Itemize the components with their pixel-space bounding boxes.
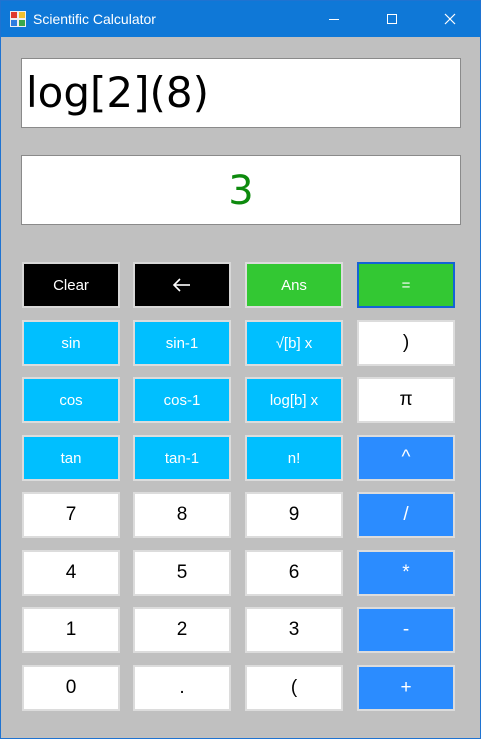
ans-button[interactable]: Ans xyxy=(245,262,343,308)
cos-inverse-button[interactable]: cos-1 xyxy=(133,377,231,423)
decimal-button[interactable]: . xyxy=(133,665,231,711)
factorial-button[interactable]: n! xyxy=(245,435,343,481)
minimize-icon xyxy=(329,19,339,20)
log-button[interactable]: log[b] x xyxy=(245,377,343,423)
tan-button[interactable]: tan xyxy=(22,435,120,481)
expression-display[interactable]: log[2](8) xyxy=(21,58,461,128)
clear-button[interactable]: Clear xyxy=(22,262,120,308)
digit-5-button[interactable]: 5 xyxy=(133,550,231,596)
window-title: Scientific Calculator xyxy=(33,11,156,27)
divide-button[interactable]: / xyxy=(357,492,455,538)
cos-button[interactable]: cos xyxy=(22,377,120,423)
calculator-window: Scientific Calculator log[2](8) 3 Clear xyxy=(0,0,481,739)
maximize-button[interactable] xyxy=(369,1,415,37)
result-text: 3 xyxy=(228,168,254,214)
backspace-arrow-icon xyxy=(172,278,190,292)
sin-button[interactable]: sin xyxy=(22,320,120,366)
calculator-app-icon xyxy=(10,11,26,27)
minus-button[interactable]: - xyxy=(357,607,455,653)
digit-8-button[interactable]: 8 xyxy=(133,492,231,538)
close-button[interactable] xyxy=(427,1,473,37)
close-icon xyxy=(444,13,456,25)
equals-button[interactable]: = xyxy=(357,262,455,308)
root-button[interactable]: √[b] x xyxy=(245,320,343,366)
digit-2-button[interactable]: 2 xyxy=(133,607,231,653)
result-display: 3 xyxy=(21,155,461,225)
digit-1-button[interactable]: 1 xyxy=(22,607,120,653)
sin-inverse-button[interactable]: sin-1 xyxy=(133,320,231,366)
multiply-button[interactable]: * xyxy=(357,550,455,596)
expression-text: log[2](8) xyxy=(26,68,210,117)
digit-4-button[interactable]: 4 xyxy=(22,550,120,596)
open-paren-button[interactable]: ( xyxy=(245,665,343,711)
digit-0-button[interactable]: 0 xyxy=(22,665,120,711)
tan-inverse-button[interactable]: tan-1 xyxy=(133,435,231,481)
power-button[interactable]: ^ xyxy=(357,435,455,481)
minimize-button[interactable] xyxy=(311,1,357,37)
title-bar[interactable]: Scientific Calculator xyxy=(1,1,480,37)
pi-button[interactable]: π xyxy=(357,377,455,423)
digit-6-button[interactable]: 6 xyxy=(245,550,343,596)
digit-9-button[interactable]: 9 xyxy=(245,492,343,538)
digit-7-button[interactable]: 7 xyxy=(22,492,120,538)
backspace-button[interactable] xyxy=(133,262,231,308)
close-paren-button[interactable]: ) xyxy=(357,320,455,366)
digit-3-button[interactable]: 3 xyxy=(245,607,343,653)
maximize-icon xyxy=(387,14,397,24)
plus-button[interactable]: + xyxy=(357,665,455,711)
